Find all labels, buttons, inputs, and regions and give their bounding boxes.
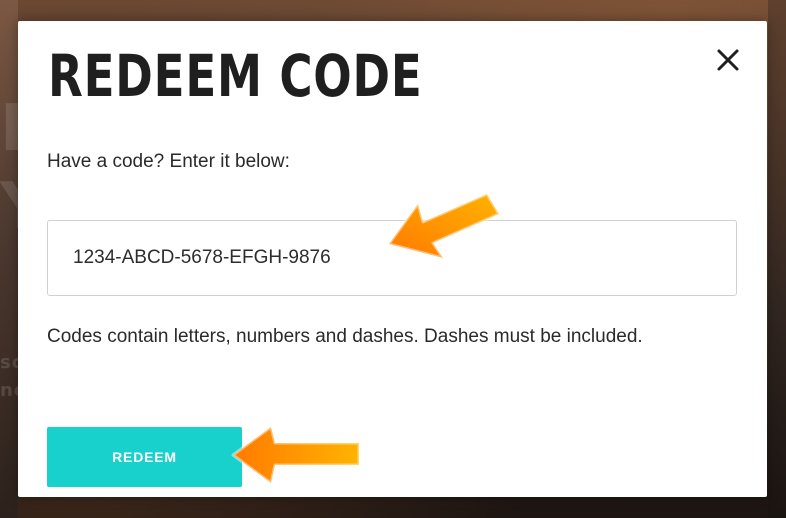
close-icon (717, 49, 739, 71)
redeem-code-modal: REDEEM CODE Have a code? Enter it below:… (18, 21, 767, 497)
background-right-edge (768, 0, 786, 518)
code-help-text: Codes contain letters, numbers and dashe… (47, 326, 643, 347)
close-button[interactable] (713, 45, 743, 75)
code-prompt: Have a code? Enter it below: (47, 151, 290, 172)
modal-title: REDEEM CODE (48, 42, 423, 110)
background-left-edge (0, 0, 18, 518)
code-input[interactable] (47, 220, 737, 296)
redeem-button[interactable]: REDEEM (47, 427, 242, 487)
